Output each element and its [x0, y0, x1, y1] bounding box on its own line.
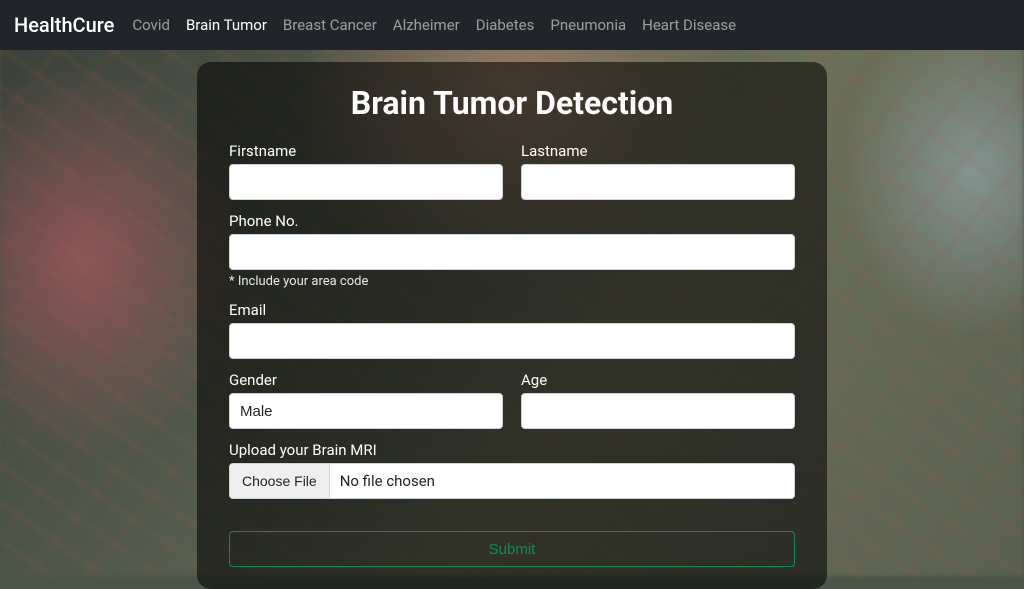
nav-item-brain-tumor[interactable]: Brain Tumor [186, 16, 267, 34]
nav-item-covid[interactable]: Covid [132, 16, 170, 34]
firstname-label: Firstname [229, 142, 503, 160]
email-input[interactable] [229, 323, 795, 359]
page-title: Brain Tumor Detection [229, 84, 795, 122]
nav-item-breast-cancer[interactable]: Breast Cancer [283, 16, 377, 34]
upload-label: Upload your Brain MRI [229, 441, 795, 459]
nav-item-heart-disease[interactable]: Heart Disease [642, 16, 736, 34]
lastname-label: Lastname [521, 142, 795, 160]
firstname-input[interactable] [229, 164, 503, 200]
phone-input[interactable] [229, 234, 795, 270]
age-input[interactable] [521, 393, 795, 429]
navbar: HealthCure Covid Brain Tumor Breast Canc… [0, 0, 1024, 50]
nav-item-pneumonia[interactable]: Pneumonia [550, 16, 626, 34]
lastname-input[interactable] [521, 164, 795, 200]
nav-item-alzheimer[interactable]: Alzheimer [393, 16, 460, 34]
nav-item-diabetes[interactable]: Diabetes [476, 16, 535, 34]
age-label: Age [521, 371, 795, 389]
phone-help-text: * Include your area code [229, 274, 795, 289]
phone-label: Phone No. [229, 212, 795, 230]
email-label: Email [229, 301, 795, 319]
detection-form-card: Brain Tumor Detection Firstname Lastname… [197, 62, 827, 589]
choose-file-button[interactable]: Choose File [230, 464, 330, 498]
file-upload-group[interactable]: Choose File No file chosen [229, 463, 795, 499]
gender-select[interactable]: Male [229, 393, 503, 429]
file-status-text: No file chosen [330, 472, 435, 490]
submit-button[interactable]: Submit [229, 531, 795, 567]
gender-label: Gender [229, 371, 503, 389]
brand-logo[interactable]: HealthCure [14, 13, 114, 37]
